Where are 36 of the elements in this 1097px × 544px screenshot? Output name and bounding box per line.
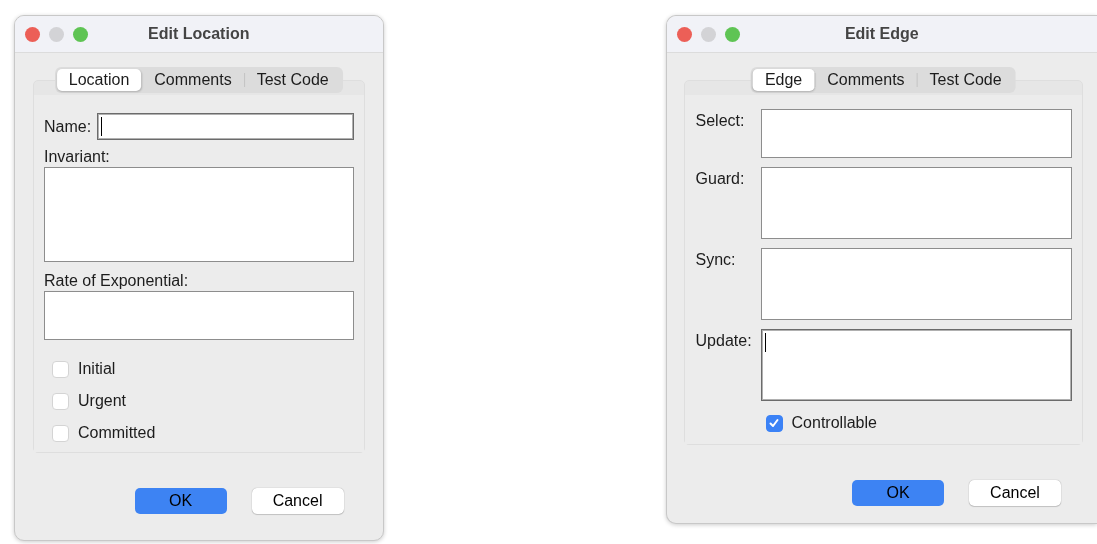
field-label: Update: bbox=[695, 332, 753, 350]
text-area[interactable] bbox=[760, 248, 1072, 320]
field-label: Rate of Exponential: bbox=[44, 272, 190, 290]
tab[interactable]: Location bbox=[56, 69, 142, 91]
checkbox-label: Urgent bbox=[78, 392, 127, 410]
field-label: Select: bbox=[695, 112, 746, 130]
check-icon bbox=[768, 417, 781, 429]
checkbox[interactable] bbox=[765, 414, 783, 432]
window-title: Edit Edge bbox=[843, 25, 920, 43]
window-title: Edit Location bbox=[147, 25, 251, 43]
cancel-button[interactable]: Cancel bbox=[251, 488, 344, 514]
tab[interactable]: Test Code bbox=[244, 69, 341, 91]
tab[interactable]: Test Code bbox=[917, 69, 1014, 91]
checkbox-label: Controllable bbox=[791, 414, 877, 432]
text-area[interactable] bbox=[760, 167, 1072, 239]
zoom-button[interactable] bbox=[724, 26, 740, 42]
ok-button[interactable]: OK bbox=[134, 488, 227, 514]
text-field[interactable] bbox=[97, 113, 354, 140]
zoom-button[interactable] bbox=[73, 26, 88, 42]
tab[interactable]: Comments bbox=[142, 69, 244, 91]
close-button[interactable] bbox=[676, 26, 692, 42]
text-area[interactable] bbox=[760, 329, 1072, 401]
text-area[interactable] bbox=[44, 291, 354, 340]
text-area[interactable] bbox=[44, 167, 354, 262]
text-area[interactable] bbox=[760, 109, 1072, 158]
tab[interactable]: Edge bbox=[752, 69, 815, 91]
ok-button[interactable]: OK bbox=[852, 480, 944, 506]
field-label: Guard: bbox=[695, 170, 746, 188]
tab[interactable]: Comments bbox=[815, 69, 917, 91]
close-button[interactable] bbox=[25, 26, 40, 42]
field-label: Name: bbox=[44, 117, 92, 136]
checkbox-label: Initial bbox=[78, 360, 116, 378]
checkbox-label: Committed bbox=[78, 424, 156, 442]
cancel-button[interactable]: Cancel bbox=[969, 480, 1061, 506]
field-label: Invariant: bbox=[44, 148, 111, 166]
field-label: Sync: bbox=[695, 251, 737, 269]
